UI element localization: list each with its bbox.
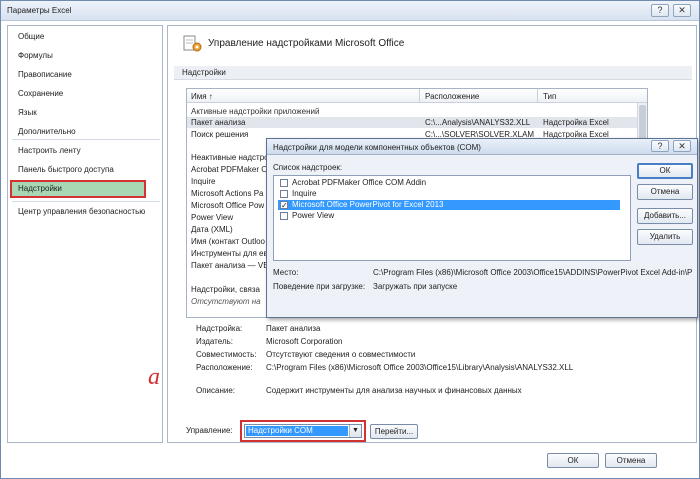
addins-listbox[interactable]: Acrobat PDFMaker Office COM Addin Inquir… bbox=[273, 175, 631, 261]
column-separator bbox=[537, 89, 538, 103]
detail-description-value: Содержит инструменты для анализа научных… bbox=[266, 386, 522, 395]
row-type: Надстройка Excel bbox=[543, 118, 609, 127]
manage-label: Управление: bbox=[186, 426, 233, 435]
sidebar-item-quick-access[interactable]: Панель быстрого доступа bbox=[12, 162, 160, 177]
dialog-title: Надстройки для модели компонентных объек… bbox=[273, 143, 481, 152]
sidebar-item-advanced[interactable]: Дополнительно bbox=[12, 124, 160, 139]
dialog-close-button[interactable]: ✕ bbox=[673, 140, 691, 152]
close-button[interactable]: ✕ bbox=[673, 4, 691, 17]
dialog-location-value: C:\Program Files (x86)\Microsoft Office … bbox=[373, 268, 693, 277]
list-item-label: Acrobat PDFMaker Office COM Addin bbox=[292, 178, 427, 187]
list-item[interactable]: Microsoft Office Pow bbox=[191, 201, 264, 210]
list-item[interactable]: Power View bbox=[278, 211, 620, 221]
sidebar-item-customize-ribbon[interactable]: Настроить ленту bbox=[12, 143, 160, 158]
detail-publisher-value: Microsoft Corporation bbox=[266, 337, 343, 346]
row-name: Поиск решения bbox=[191, 130, 249, 139]
help-button[interactable]: ? bbox=[651, 4, 669, 17]
sidebar-item-save[interactable]: Сохранение bbox=[12, 86, 160, 101]
manage-select[interactable]: Надстройки COM ▼ bbox=[244, 424, 362, 438]
list-item[interactable]: Пакет анализа — VB bbox=[191, 261, 269, 270]
group-document-empty: Отсутствуют на bbox=[191, 297, 261, 306]
annotation-a: а bbox=[148, 364, 160, 390]
section-header: Надстройки bbox=[174, 66, 692, 80]
detail-addin-value: Пакет анализа bbox=[266, 324, 321, 333]
sidebar-item-addins[interactable]: Надстройки bbox=[10, 180, 146, 198]
detail-location-label: Расположение: bbox=[196, 363, 253, 372]
list-item[interactable]: Acrobat PDFMaker O bbox=[191, 165, 267, 174]
detail-description-label: Описание: bbox=[196, 386, 236, 395]
column-header-name[interactable]: Имя ↑ bbox=[191, 92, 213, 101]
column-header-location[interactable]: Расположение bbox=[425, 92, 479, 101]
detail-compat-value: Отсутствуют сведения о совместимости bbox=[266, 350, 416, 359]
sidebar: Общие Формулы Правописание Сохранение Яз… bbox=[7, 25, 163, 443]
detail-compat-label: Совместимость: bbox=[196, 350, 257, 359]
group-document: Надстройки, связа bbox=[191, 285, 260, 294]
dialog-location-label: Место: bbox=[273, 268, 299, 277]
dialog-load-label: Поведение при загрузке: bbox=[273, 282, 366, 291]
table-row[interactable]: Пакет анализа C:\...Analysis\ANALYS32.XL… bbox=[187, 117, 637, 128]
cancel-button[interactable]: Отмена bbox=[605, 453, 657, 468]
table-header: Имя ↑ Расположение Тип bbox=[187, 89, 647, 103]
dialog-add-button[interactable]: Добавить... bbox=[637, 208, 693, 224]
sidebar-divider bbox=[12, 139, 160, 140]
addins-gear-icon bbox=[182, 34, 204, 54]
dialog-help-button[interactable]: ? bbox=[651, 140, 669, 152]
checkbox[interactable] bbox=[280, 212, 288, 220]
checkbox-checked[interactable]: ✓ bbox=[280, 201, 288, 210]
go-button[interactable]: Перейти... bbox=[370, 424, 418, 439]
sidebar-item-general[interactable]: Общие bbox=[12, 29, 160, 44]
list-item[interactable]: Power View bbox=[191, 213, 233, 222]
sidebar-divider bbox=[12, 201, 160, 202]
list-item[interactable]: Имя (контакт Outloo bbox=[191, 237, 265, 246]
addins-list-label: Список надстроек: bbox=[273, 163, 343, 172]
detail-location-value: C:\Program Files (x86)\Microsoft Office … bbox=[266, 363, 574, 372]
sidebar-item-formulas[interactable]: Формулы bbox=[12, 48, 160, 63]
com-addins-dialog: Надстройки для модели компонентных объек… bbox=[266, 138, 698, 318]
manage-select-value: Надстройки COM bbox=[246, 426, 348, 436]
row-location: C:\...Analysis\ANALYS32.XLL bbox=[425, 118, 531, 127]
list-item[interactable]: Microsoft Actions Pa bbox=[191, 189, 263, 198]
list-item-selected[interactable]: ✓ Microsoft Office PowerPivot for Excel … bbox=[278, 200, 620, 210]
list-item-label: Microsoft Office PowerPivot for Excel 20… bbox=[292, 200, 444, 209]
dialog-remove-button[interactable]: Удалить bbox=[637, 229, 693, 245]
chevron-down-icon[interactable]: ▼ bbox=[349, 425, 361, 437]
list-item-label: Power View bbox=[292, 211, 335, 220]
window-title: Параметры Excel bbox=[7, 6, 72, 15]
section-label: Надстройки bbox=[182, 68, 226, 77]
checkbox[interactable] bbox=[280, 190, 288, 198]
list-item[interactable]: Дата (XML) bbox=[191, 225, 233, 234]
page-title: Управление надстройками Microsoft Office bbox=[208, 38, 405, 49]
list-item-label: Inquire bbox=[292, 189, 317, 198]
sidebar-item-trust-center[interactable]: Центр управления безопасностью bbox=[12, 204, 160, 219]
row-name: Пакет анализа bbox=[191, 118, 246, 127]
dialog-load-value: Загружать при запуске bbox=[373, 282, 458, 291]
checkbox[interactable] bbox=[280, 179, 288, 187]
column-separator bbox=[419, 89, 420, 103]
list-item[interactable]: Инструменты для ев bbox=[191, 249, 268, 258]
detail-addin-label: Надстройка: bbox=[196, 324, 243, 333]
column-header-type[interactable]: Тип bbox=[543, 92, 556, 101]
dialog-ok-button[interactable]: ОК bbox=[637, 163, 693, 179]
title-bar: Параметры Excel ? ✕ bbox=[1, 1, 699, 21]
ok-button[interactable]: ОК bbox=[547, 453, 599, 468]
list-item[interactable]: Inquire bbox=[278, 189, 620, 199]
detail-publisher-label: Издатель: bbox=[196, 337, 233, 346]
group-active: Активные надстройки приложений bbox=[191, 107, 320, 116]
sidebar-item-proofing[interactable]: Правописание bbox=[12, 67, 160, 82]
list-item[interactable]: Acrobat PDFMaker Office COM Addin bbox=[278, 178, 620, 188]
sidebar-item-language[interactable]: Язык bbox=[12, 105, 160, 120]
dialog-title-bar: Надстройки для модели компонентных объек… bbox=[267, 139, 697, 155]
dialog-cancel-button[interactable]: Отмена bbox=[637, 184, 693, 200]
list-item[interactable]: Inquire bbox=[191, 177, 215, 186]
